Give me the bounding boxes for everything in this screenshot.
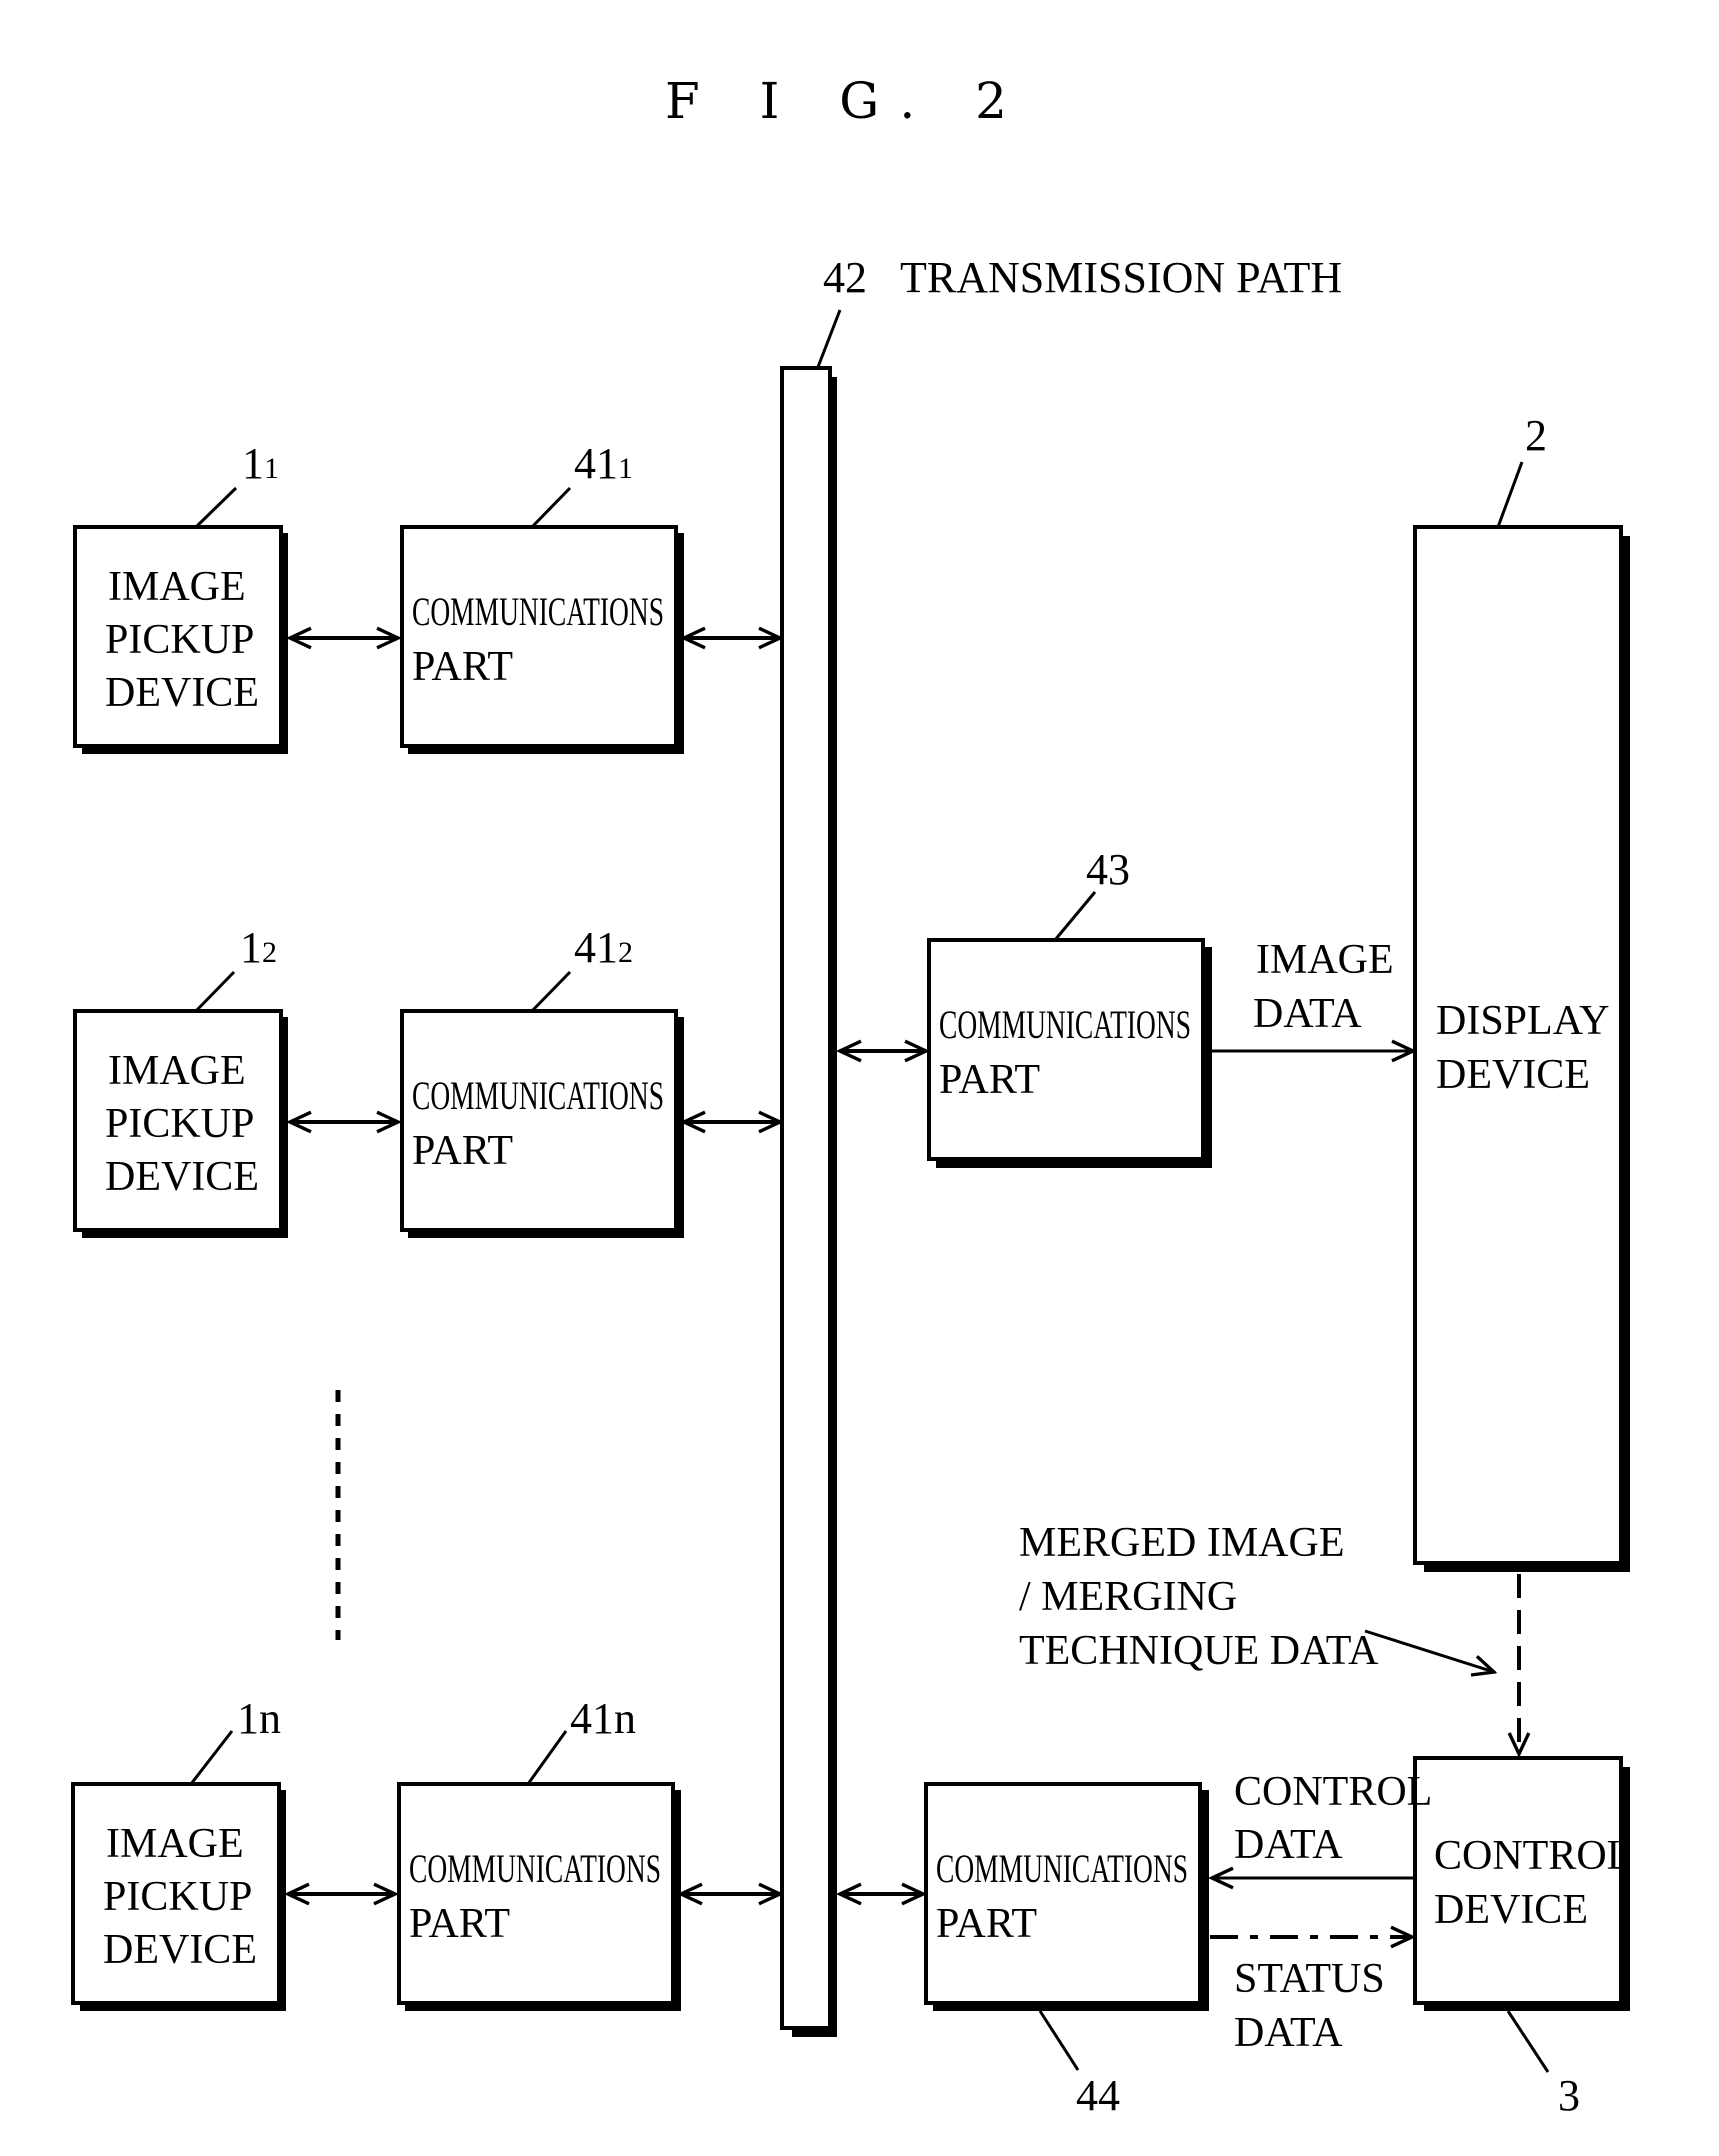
comm-41-2-line2: PART: [412, 1128, 513, 1174]
ref-leader-2: [1496, 461, 1524, 528]
ref-leader-1-n: [189, 1730, 234, 1785]
comm-41-2-line1: COMMUNICATIONS: [412, 1073, 664, 1118]
ref-leader-3: [1506, 2010, 1550, 2073]
communications-part-43: COMMUNICATIONS PART: [927, 938, 1212, 1168]
comm-41-n-line1: COMMUNICATIONS: [409, 1846, 661, 1891]
control-data-label-line2: DATA: [1234, 1822, 1343, 1868]
communications-part-41-n: COMMUNICATIONS PART: [397, 1782, 681, 2011]
control-device: CONTROL DEVICE: [1413, 1756, 1632, 2011]
ref-leader-41-n: [526, 1730, 568, 1785]
ref-label-2: 2: [1525, 411, 1547, 460]
comm-43-line2: PART: [939, 1057, 1040, 1103]
ref-leader-41-2: [530, 970, 572, 1013]
communications-part-44: COMMUNICATIONS PART: [924, 1782, 1209, 2011]
display-device-line2: DEVICE: [1436, 1052, 1590, 1098]
status-data-label-line1: STATUS: [1234, 1956, 1385, 2002]
ref-label-44: 44: [1076, 2071, 1120, 2120]
communications-part-41-1: COMMUNICATIONS PART: [400, 525, 684, 754]
ref-label-43: 43: [1086, 845, 1130, 894]
ref-label-1-1: 11: [242, 439, 279, 488]
comm-41-n-line2: PART: [409, 1901, 510, 1947]
image-pickup-device-2: IMAGE PICKUP DEVICE: [73, 1009, 288, 1238]
transmission-path-ref: 42: [823, 253, 867, 302]
ref-leader-1-1: [194, 486, 238, 529]
ref-label-3: 3: [1558, 2071, 1580, 2120]
comm-44-line2: PART: [936, 1901, 1037, 1947]
image-pickup-2-line3: DEVICE: [105, 1154, 259, 1200]
control-data-label-line1: CONTROL: [1234, 1769, 1432, 1815]
ref-leader-41-1: [530, 486, 572, 529]
image-pickup-1-line2: PICKUP: [105, 617, 254, 663]
control-device-line2: DEVICE: [1434, 1887, 1588, 1933]
merged-label-pointer-arrow: [1364, 1629, 1494, 1672]
image-pickup-1-line3: DEVICE: [105, 670, 259, 716]
merged-label-line3: TECHNIQUE DATA: [1019, 1628, 1379, 1674]
comm-41-1-line2: PART: [412, 644, 513, 690]
transmission-path-leader: [816, 309, 842, 368]
block-diagram: F I G. 2 42 TRANSMISSION PATH IMAGE PICK…: [71, 72, 1632, 2120]
ref-label-41-2: 412: [574, 923, 633, 972]
transmission-path-bar: [780, 366, 837, 2037]
image-pickup-n-line3: DEVICE: [103, 1927, 257, 1973]
ref-label-1-2: 12: [240, 923, 277, 972]
image-pickup-1-line1: IMAGE: [108, 564, 246, 610]
display-device: DISPLAY DEVICE: [1413, 525, 1630, 1572]
comm-41-1-line1: COMMUNICATIONS: [412, 589, 664, 634]
display-device-line1: DISPLAY: [1436, 998, 1610, 1044]
ref-label-1-n: 1n: [237, 1694, 281, 1743]
image-pickup-2-line1: IMAGE: [108, 1048, 246, 1094]
image-data-label-line1: IMAGE: [1256, 937, 1394, 983]
image-pickup-device-1: IMAGE PICKUP DEVICE: [73, 525, 288, 754]
communications-part-41-2: COMMUNICATIONS PART: [400, 1009, 684, 1238]
comm-44-line1: COMMUNICATIONS: [936, 1846, 1188, 1891]
control-device-line1: CONTROL: [1434, 1833, 1632, 1879]
merged-label-line1: MERGED IMAGE: [1019, 1520, 1344, 1566]
ref-label-41-n: 41n: [570, 1694, 636, 1743]
image-pickup-device-n: IMAGE PICKUP DEVICE: [71, 1782, 286, 2011]
transmission-path-label: TRANSMISSION PATH: [900, 253, 1342, 302]
comm-43-line1: COMMUNICATIONS: [939, 1002, 1191, 1047]
merged-label-line2: / MERGING: [1019, 1574, 1237, 1620]
ref-label-41-1: 411: [574, 439, 633, 488]
image-pickup-2-line2: PICKUP: [105, 1101, 254, 1147]
image-pickup-n-line2: PICKUP: [103, 1874, 252, 1920]
ref-leader-43: [1053, 891, 1097, 941]
ref-leader-1-2: [194, 970, 236, 1013]
ref-leader-44: [1038, 2010, 1080, 2071]
image-pickup-n-line1: IMAGE: [106, 1821, 244, 1867]
figure-title: F I G. 2: [665, 72, 1029, 130]
image-data-label-line2: DATA: [1253, 991, 1362, 1037]
status-data-label-line2: DATA: [1234, 2010, 1343, 2056]
